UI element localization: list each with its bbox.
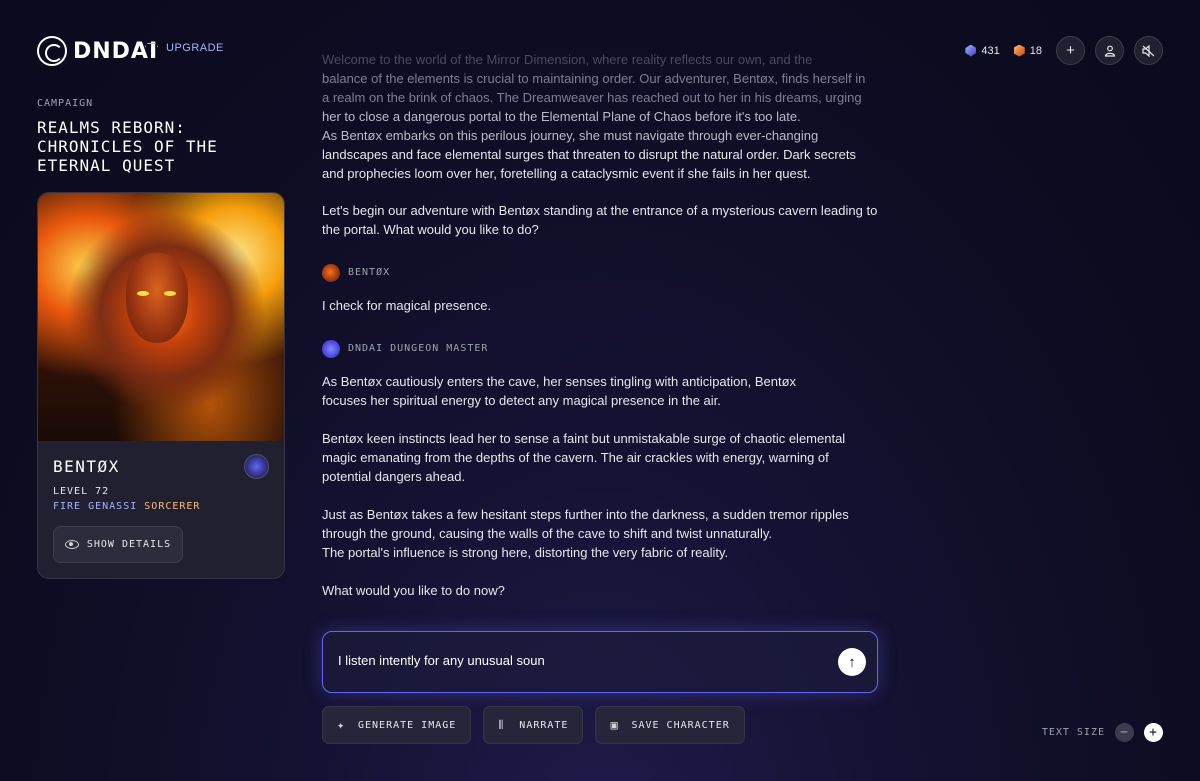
intro-line: balance of the elements is crucial to ma… — [322, 71, 866, 86]
generate-image-label: GENERATE IMAGE — [358, 719, 457, 731]
save-character-label: SAVE CHARACTER — [631, 719, 730, 731]
crystal-balance: 431 — [965, 44, 1000, 57]
dm-speaker-name: DNDAI DUNGEON MASTER — [348, 343, 489, 354]
plus-icon: + — [1066, 42, 1075, 59]
dm-avatar — [322, 339, 340, 358]
header-controls: 431 18 + — [965, 36, 1163, 65]
intro-line: As Bentøx embarks on this perilous journ… — [322, 128, 819, 143]
decrease-text-size-button[interactable]: − — [1115, 723, 1134, 742]
profile-button[interactable] — [1095, 36, 1124, 65]
crystal-count: 431 — [981, 44, 1000, 57]
intro-line: her to close a dangerous portal to the E… — [322, 109, 801, 124]
upgrade-button[interactable]: UPGRADE — [145, 42, 224, 54]
user-speaker: BENTØX — [322, 263, 882, 282]
waveform-icon: ⫴ — [498, 718, 505, 732]
mute-button[interactable] — [1134, 36, 1163, 65]
cube-count: 18 — [1029, 44, 1042, 57]
character-race: FIRE GENASSI — [53, 501, 138, 512]
intro-line: a realm on the brink of chaos. The Dream… — [322, 90, 862, 105]
dm-paragraph: What would you like to do now? — [322, 583, 505, 598]
campaign-label: CAMPAIGN — [37, 98, 94, 109]
dm-paragraph: Just as Bentøx takes a few hesitant step… — [322, 507, 849, 541]
increase-text-size-button[interactable]: + — [1144, 723, 1163, 742]
arrow-up-icon: ↑ — [848, 653, 856, 671]
character-race-class: FIRE GENASSI SORCERER — [53, 501, 269, 512]
text-size-label: TEXT SIZE — [1041, 727, 1105, 738]
intro-prompt: Let's begin our adventure with Bentøx st… — [322, 203, 878, 237]
save-character-button[interactable]: ▣ SAVE CHARACTER — [595, 706, 745, 744]
portrait-eye-right — [164, 291, 176, 296]
message-input[interactable] — [338, 653, 808, 668]
sorcerer-class-icon — [244, 454, 269, 479]
user-avatar — [322, 263, 340, 282]
portrait-face — [126, 253, 188, 343]
crystal-icon — [965, 44, 977, 57]
diamond-icon — [145, 42, 158, 54]
intro-line: landscapes and face elemental surges tha… — [322, 147, 857, 162]
dm-message: As Bentøx cautiously enters the cave, he… — [322, 372, 882, 600]
user-message: I check for magical presence. — [322, 298, 492, 313]
user-icon — [1104, 45, 1115, 57]
narrate-button[interactable]: ⫴ NARRATE — [483, 706, 584, 744]
show-details-button[interactable]: SHOW DETAILS — [53, 526, 183, 563]
intro-line: Welcome to the world of the Mirror Dimen… — [322, 52, 813, 67]
intro-line: and prophecies loom over her, foretellin… — [322, 166, 811, 181]
eye-icon — [64, 540, 79, 549]
mute-icon — [1142, 44, 1155, 57]
message-input-box: ↑ — [322, 631, 878, 693]
save-icon: ▣ — [610, 718, 619, 732]
character-name: BENTØX — [53, 457, 120, 476]
character-portrait — [38, 193, 284, 441]
character-level: LEVEL 72 — [53, 486, 110, 497]
dndai-logo[interactable]: DNDAI — [37, 36, 158, 66]
dm-paragraph: The portal's influence is strong here, d… — [322, 545, 729, 560]
text-size-control: TEXT SIZE − + — [1042, 723, 1163, 742]
cube-icon — [1013, 44, 1025, 57]
character-class: SORCERER — [144, 501, 201, 512]
add-button[interactable]: + — [1056, 36, 1085, 65]
action-bar: ✦ GENERATE IMAGE ⫴ NARRATE ▣ SAVE CHARAC… — [322, 706, 745, 744]
character-info: BENTØX LEVEL 72 FIRE GENASSI SORCERER SH… — [38, 441, 284, 578]
chat-transcript: Welcome to the world of the Mirror Dimen… — [322, 50, 882, 600]
generate-image-button[interactable]: ✦ GENERATE IMAGE — [322, 706, 472, 744]
sparkle-icon: ✦ — [337, 718, 346, 732]
portrait-eye-left — [137, 291, 149, 296]
user-speaker-name: BENTØX — [348, 267, 391, 278]
intro-message: Welcome to the world of the Mirror Dimen… — [322, 50, 882, 183]
send-button[interactable]: ↑ — [838, 648, 866, 676]
campaign-title: REALMS REBORN: CHRONICLES OF THE ETERNAL… — [37, 118, 218, 175]
dragon-logo-icon — [37, 36, 67, 66]
narrate-label: NARRATE — [519, 719, 569, 731]
character-card: BENTØX LEVEL 72 FIRE GENASSI SORCERER SH… — [37, 192, 285, 579]
dm-speaker: DNDAI DUNGEON MASTER — [322, 339, 882, 358]
upgrade-label: UPGRADE — [166, 42, 224, 54]
show-details-label: SHOW DETAILS — [86, 539, 172, 550]
dm-paragraph: Bentøx keen instincts lead her to sense … — [322, 431, 846, 484]
dm-paragraph: As Bentøx cautiously enters the cave, he… — [322, 374, 797, 408]
cube-balance: 18 — [1013, 44, 1042, 57]
